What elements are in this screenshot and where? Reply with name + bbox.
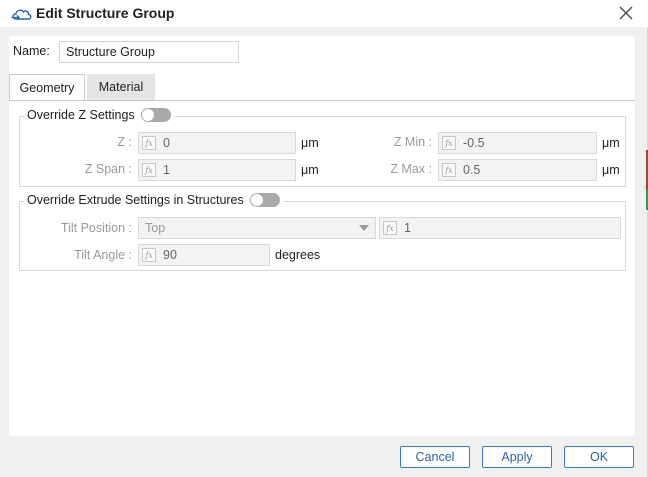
tilt-position-select[interactable]: Top [138, 217, 376, 239]
toggle-knob [141, 109, 154, 121]
tab-material[interactable]: Material [87, 74, 155, 100]
override-z-toggle[interactable] [140, 108, 171, 122]
fx-icon: fx [442, 136, 456, 150]
dialog-content: Name: Geometry Material Override Z Setti… [9, 36, 635, 436]
tab-geometry[interactable]: Geometry [9, 74, 85, 100]
title-bar: Edit Structure Group [0, 0, 648, 27]
override-z-group: Override Z Settings Z : fx 0 μm Z Span :… [19, 108, 626, 187]
override-z-label: Override Z Settings [27, 108, 135, 122]
z-min-value: -0.5 [463, 136, 485, 150]
z-max-field[interactable]: fx 0.5 [438, 159, 597, 181]
apply-button[interactable]: Apply [482, 446, 552, 468]
z-min-label: Z Min : [393, 135, 432, 149]
close-button[interactable] [616, 3, 636, 23]
override-extrude-group: Override Extrude Settings in Structures … [19, 193, 626, 271]
ok-button[interactable]: OK [564, 446, 634, 468]
tilt-position-label: Tilt Position : [60, 221, 132, 235]
z-max-value: 0.5 [463, 163, 481, 177]
tilt-angle-unit: degrees [275, 248, 321, 262]
chevron-down-icon [359, 225, 369, 231]
override-extrude-legend: Override Extrude Settings in Structures [24, 193, 283, 207]
name-input[interactable] [59, 41, 239, 63]
tilt-position-value-field[interactable]: fx 1 [379, 217, 621, 239]
cancel-button[interactable]: Cancel [400, 446, 470, 468]
z-span-value: 1 [163, 163, 170, 177]
edit-structure-group-dialog: Edit Structure Group Name: Geometry Mate… [0, 0, 648, 477]
z-min-field[interactable]: fx -0.5 [438, 132, 597, 154]
tilt-position-value: 1 [404, 221, 411, 235]
override-extrude-toggle[interactable] [249, 193, 280, 207]
name-label: Name: [13, 44, 50, 58]
z-span-unit: μm [301, 163, 319, 177]
toggle-knob [250, 194, 263, 206]
z-min-unit: μm [602, 136, 620, 150]
dialog-title: Edit Structure Group [36, 5, 175, 21]
tab-divider [9, 100, 635, 101]
fx-icon: fx [142, 248, 156, 262]
tab-bar: Geometry Material [9, 74, 635, 100]
z-max-unit: μm [602, 163, 620, 177]
z-value: 0 [163, 136, 170, 150]
z-field[interactable]: fx 0 [138, 132, 296, 154]
z-label: Z : [117, 135, 132, 149]
tilt-angle-label: Tilt Angle : [74, 248, 132, 262]
tilt-angle-value: 90 [163, 248, 177, 262]
cloud-arrow-icon [11, 6, 33, 22]
close-icon [619, 6, 633, 20]
tilt-position-selected: Top [145, 221, 166, 235]
override-extrude-label: Override Extrude Settings in Structures [27, 193, 244, 207]
z-max-label: Z Max : [390, 162, 432, 176]
fx-icon: fx [142, 163, 156, 177]
tilt-angle-field[interactable]: fx 90 [138, 244, 270, 266]
z-span-field[interactable]: fx 1 [138, 159, 296, 181]
z-unit: μm [301, 136, 319, 150]
z-span-label: Z Span : [84, 162, 132, 176]
fx-icon: fx [383, 221, 397, 235]
override-z-legend: Override Z Settings [24, 108, 174, 122]
fx-icon: fx [142, 136, 156, 150]
fx-icon: fx [442, 163, 456, 177]
